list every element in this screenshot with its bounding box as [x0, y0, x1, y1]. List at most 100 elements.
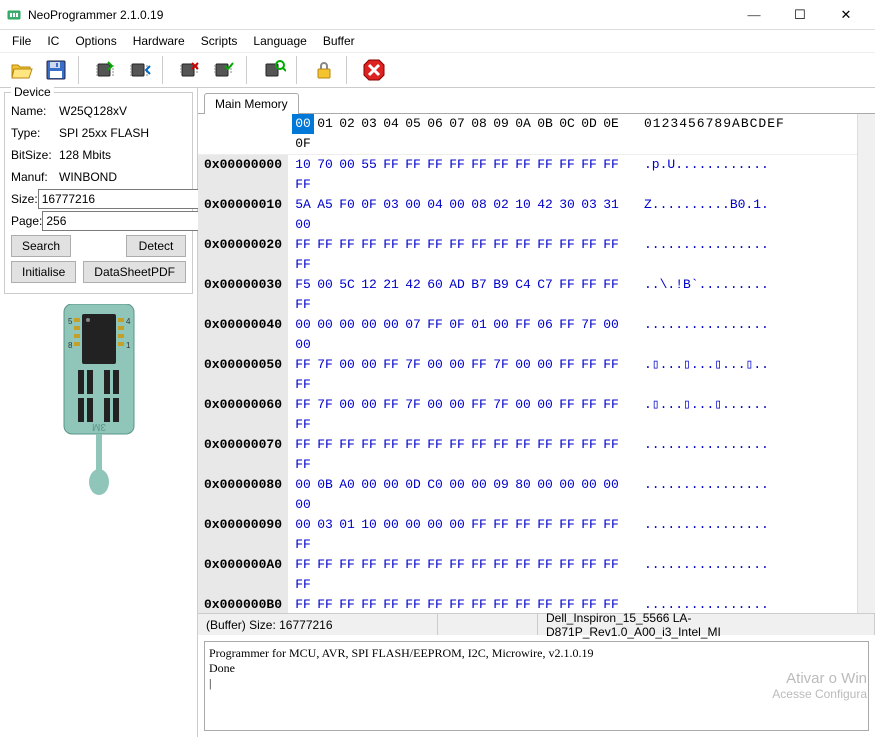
detect-chip-button[interactable]	[258, 55, 290, 85]
hex-row[interactable]: 0x000000A0FFFFFFFFFFFFFFFFFFFFFFFFFFFFFF…	[198, 555, 857, 595]
hex-bytes[interactable]: 5AA5F00F030004000802104230033100	[288, 195, 640, 235]
hex-ascii[interactable]: ................	[640, 315, 800, 355]
hex-ascii[interactable]: .▯...▯...▯...▯..	[640, 355, 800, 395]
hex-ascii[interactable]: ................	[640, 555, 800, 595]
write-chip-button[interactable]	[124, 55, 156, 85]
svg-text:3M: 3M	[92, 421, 106, 432]
lock-button[interactable]	[308, 55, 340, 85]
hex-bytes[interactable]: 000000000007FF0F0100FF06FF7F0000	[288, 315, 640, 355]
hex-ascii[interactable]: Z..........B0.1.	[640, 195, 800, 235]
menu-language[interactable]: Language	[245, 32, 314, 50]
hex-address: 0x00000000	[198, 155, 288, 195]
datasheet-button[interactable]: DataSheetPDF	[83, 261, 186, 283]
hex-row[interactable]: 0x000000B0FFFFFFFFFFFFFFFFFFFFFFFFFFFFFF…	[198, 595, 857, 613]
hex-row[interactable]: 0x00000040000000000007FF0F0100FF06FF7F00…	[198, 315, 857, 355]
hex-ascii[interactable]: .▯...▯...▯......	[640, 395, 800, 435]
tab-main-memory[interactable]: Main Memory	[204, 93, 299, 114]
toolbar-separator	[78, 56, 84, 84]
hex-address: 0x000000A0	[198, 555, 288, 595]
hex-row[interactable]: 0x00000050FF7F0000FF7F0000FF7F0000FFFFFF…	[198, 355, 857, 395]
verify-chip-button[interactable]	[208, 55, 240, 85]
value-name: W25Q128xV	[59, 104, 186, 118]
toolbar	[0, 52, 875, 88]
hex-bytes[interactable]: 10700055FFFFFFFFFFFFFFFFFFFFFFFF	[288, 155, 640, 195]
read-chip-button[interactable]	[90, 55, 122, 85]
chip-diagram: 54 81 3M	[4, 298, 193, 733]
hex-ascii[interactable]: .p.U............	[640, 155, 800, 195]
toolbar-separator	[246, 56, 252, 84]
menu-ic[interactable]: IC	[39, 32, 67, 50]
hex-ascii[interactable]: ................	[640, 435, 800, 475]
minimize-button[interactable]: —	[731, 0, 777, 30]
value-type: SPI 25xx FLASH	[59, 126, 186, 140]
hex-address: 0x00000050	[198, 355, 288, 395]
close-button[interactable]: ✕	[823, 0, 869, 30]
left-panel: Device Name:W25Q128xV Type:SPI 25xx FLAS…	[0, 88, 198, 737]
hex-ascii[interactable]: ..\.!B`.........	[640, 275, 800, 315]
label-page: Page:	[11, 214, 42, 228]
toolbar-separator	[162, 56, 168, 84]
stop-button[interactable]	[358, 55, 390, 85]
hex-address: 0x00000020	[198, 235, 288, 275]
chip-read-icon	[94, 59, 118, 81]
hex-row[interactable]: 0x00000080000BA000000DC00000098000000000…	[198, 475, 857, 515]
toolbar-separator	[346, 56, 352, 84]
log-output[interactable]: Programmer for MCU, AVR, SPI FLASH/EEPRO…	[204, 641, 869, 731]
hex-address: 0x00000070	[198, 435, 288, 475]
initialise-button[interactable]: Initialise	[11, 261, 76, 283]
hex-bytes[interactable]: FF7F0000FF7F0000FF7F0000FFFFFFFF	[288, 355, 640, 395]
hex-editor[interactable]: 000102030405060708090A0B0C0D0E0F 0123456…	[198, 114, 857, 613]
hex-row[interactable]: 0x00000060FF7F0000FF7F0000FF7F0000FFFFFF…	[198, 395, 857, 435]
status-empty	[438, 614, 538, 635]
menu-scripts[interactable]: Scripts	[193, 32, 246, 50]
menu-options[interactable]: Options	[67, 32, 124, 50]
hex-row[interactable]: 0x00000030F5005C12214260ADB7B9C4C7FFFFFF…	[198, 275, 857, 315]
hex-header: 000102030405060708090A0B0C0D0E0F 0123456…	[198, 114, 857, 155]
hex-address: 0x00000040	[198, 315, 288, 355]
hex-bytes[interactable]: FFFFFFFFFFFFFFFFFFFFFFFFFFFFFFFF	[288, 595, 640, 613]
hex-bytes[interactable]: FFFFFFFFFFFFFFFFFFFFFFFFFFFFFFFF	[288, 435, 640, 475]
chip-write-icon	[128, 59, 152, 81]
menu-file[interactable]: File	[4, 32, 39, 50]
value-manuf: WINBOND	[59, 170, 186, 184]
svg-text:4: 4	[126, 317, 131, 326]
search-button[interactable]: Search	[11, 235, 71, 257]
hex-address: 0x00000010	[198, 195, 288, 235]
label-type: Type:	[11, 126, 59, 140]
hex-address: 0x00000060	[198, 395, 288, 435]
hex-row[interactable]: 0x000000900003011000000000FFFFFFFFFFFFFF…	[198, 515, 857, 555]
hex-address: 0x00000030	[198, 275, 288, 315]
hex-bytes[interactable]: FF7F0000FF7F0000FF7F0000FFFFFFFF	[288, 395, 640, 435]
chip-detect-icon	[262, 59, 286, 81]
svg-text:5: 5	[68, 317, 73, 326]
hex-ascii[interactable]: ................	[640, 235, 800, 275]
device-group: Device Name:W25Q128xV Type:SPI 25xx FLAS…	[4, 92, 193, 294]
hex-ascii[interactable]: ................	[640, 515, 800, 555]
hex-row[interactable]: 0x00000070FFFFFFFFFFFFFFFFFFFFFFFFFFFFFF…	[198, 435, 857, 475]
hex-row[interactable]: 0x0000000010700055FFFFFFFFFFFFFFFFFFFFFF…	[198, 155, 857, 195]
lock-icon	[313, 59, 335, 81]
hex-row[interactable]: 0x00000020FFFFFFFFFFFFFFFFFFFFFFFFFFFFFF…	[198, 235, 857, 275]
maximize-button[interactable]: ☐	[777, 0, 823, 30]
hex-ascii[interactable]: ................	[640, 595, 800, 613]
right-panel: Main Memory 000102030405060708090A0B0C0D…	[198, 88, 875, 737]
floppy-disk-icon	[45, 59, 67, 81]
open-file-button[interactable]	[6, 55, 38, 85]
hex-bytes[interactable]: FFFFFFFFFFFFFFFFFFFFFFFFFFFFFFFF	[288, 235, 640, 275]
page-input[interactable]	[42, 211, 205, 231]
hex-bytes[interactable]: 0003011000000000FFFFFFFFFFFFFFFF	[288, 515, 640, 555]
label-size: Size:	[11, 192, 38, 206]
size-input[interactable]	[38, 189, 201, 209]
hex-bytes[interactable]: FFFFFFFFFFFFFFFFFFFFFFFFFFFFFFFF	[288, 555, 640, 595]
menu-hardware[interactable]: Hardware	[125, 32, 193, 50]
vertical-scrollbar[interactable]	[857, 114, 875, 613]
hex-row[interactable]: 0x000000105AA5F00F0300040008021042300331…	[198, 195, 857, 235]
hex-ascii[interactable]: ................	[640, 475, 800, 515]
stop-icon	[362, 58, 386, 82]
hex-bytes[interactable]: 000BA000000DC0000009800000000000	[288, 475, 640, 515]
save-file-button[interactable]	[40, 55, 72, 85]
menu-buffer[interactable]: Buffer	[315, 32, 363, 50]
hex-bytes[interactable]: F5005C12214260ADB7B9C4C7FFFFFFFF	[288, 275, 640, 315]
erase-chip-button[interactable]	[174, 55, 206, 85]
detect-button[interactable]: Detect	[126, 235, 186, 257]
